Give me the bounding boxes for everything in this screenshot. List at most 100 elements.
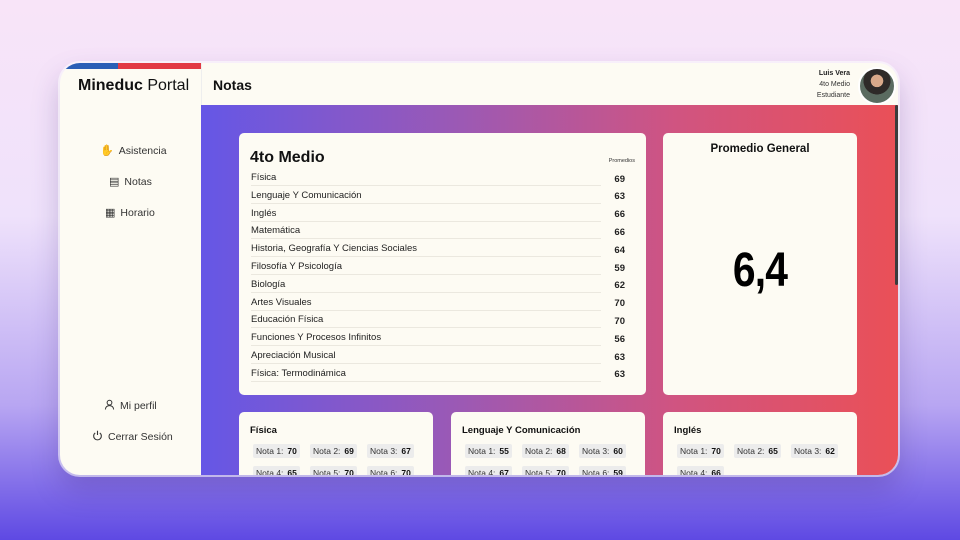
calendar-icon: ▦: [105, 206, 116, 219]
subject-title: Inglés: [674, 425, 702, 436]
grade-value: 68: [556, 446, 566, 456]
course-name: Filosofía Y Psicología: [251, 261, 601, 275]
grade-pill: Nota 2: 68: [522, 444, 569, 458]
sidebar-item-notas[interactable]: ▤ Notas: [109, 176, 152, 188]
grade-value: 67: [401, 446, 411, 456]
course-name: Inglés: [251, 208, 601, 222]
grade-label: Nota 3:: [370, 446, 398, 456]
sidebar-item-label: Asistencia: [118, 145, 167, 157]
sidebar-item-label: Notas: [124, 176, 152, 188]
grade-label: Nota 6:: [370, 468, 398, 475]
sidebar-item-asistencia[interactable]: ✋ Asistencia: [100, 145, 167, 157]
grade-label: Nota 2:: [525, 446, 553, 456]
flag-stripe-red: [118, 63, 201, 69]
course-row: Física 69: [251, 170, 625, 188]
grade-label: Nota 3:: [794, 446, 822, 456]
sidebar-item-cerrar-sesion[interactable]: Cerrar Sesión: [92, 430, 173, 444]
grade-value: 70: [401, 468, 411, 475]
course-name: Artes Visuales: [251, 297, 601, 311]
user-name: Luis Vera: [818, 70, 850, 77]
course-average: 59: [614, 262, 625, 274]
grade-label: Nota 5:: [525, 468, 553, 475]
grade-value: 60: [613, 446, 623, 456]
grade-pill: Nota 4: 67: [465, 466, 512, 475]
course-name: Matemática: [251, 225, 601, 240]
courses-card: 4to Medio Promedios Física 69 Lenguaje Y C…: [239, 133, 646, 395]
grade-label: Nota 1:: [256, 446, 284, 456]
course-name: Biología: [251, 279, 601, 293]
main-content: 4to Medio Promedios Física 69 Lenguaje Y C…: [201, 105, 898, 475]
avatar[interactable]: [858, 67, 896, 105]
sidebar-item-mi-perfil[interactable]: Mi perfil: [104, 399, 157, 413]
grade-value: 70: [344, 468, 354, 475]
course-name: Física: Termodinámica: [251, 368, 601, 382]
grade-value: 69: [344, 446, 354, 456]
grade-pill: Nota 4: 65: [253, 466, 300, 475]
grade-label: Nota 3:: [582, 446, 610, 456]
grade-label: Nota 2:: [313, 446, 341, 456]
averages-header: Promedios: [608, 158, 635, 164]
courses-title: 4to Medio: [250, 149, 325, 166]
course-average: 63: [614, 369, 625, 381]
grade-pill: Nota 2: 65: [734, 444, 781, 458]
grade-pill: Nota 1: 70: [677, 444, 724, 458]
user-grade: 4to Medio: [819, 81, 850, 88]
grade-value: 67: [499, 468, 509, 475]
grade-label: Nota 5:: [313, 468, 341, 475]
grade-value: 65: [768, 446, 778, 456]
course-row: Filosofía Y Psicología 59: [251, 259, 625, 277]
grade-pill: Nota 2: 69: [310, 444, 357, 458]
general-average-card: Promedio General 6,4: [663, 133, 857, 395]
subject-card-lenguaje: Lenguaje Y Comunicación Nota 1: 55 Nota 2:…: [451, 412, 645, 475]
general-average-title: Promedio General: [710, 143, 810, 155]
grade-pill: Nota 1: 55: [465, 444, 512, 458]
course-row: Apreciación Musical 63: [251, 348, 625, 366]
subject-title: Lenguaje Y Comunicación: [462, 425, 581, 436]
grade-pill: Nota 1: 70: [253, 444, 300, 458]
grade-value: 62: [825, 446, 835, 456]
course-row: Artes Visuales 70: [251, 295, 625, 313]
course-row: Matemática 66: [251, 223, 625, 241]
grade-value: 66: [711, 468, 721, 475]
grade-label: Nota 6:: [582, 468, 610, 475]
course-name: Apreciación Musical: [251, 350, 601, 364]
grade-value: 55: [499, 446, 509, 456]
grade-label: Nota 4:: [256, 468, 284, 475]
subject-title: Física: [250, 425, 277, 436]
grade-label: Nota 2:: [737, 446, 765, 456]
course-average: 62: [614, 280, 625, 292]
course-average: 69: [614, 173, 625, 185]
scrollbar[interactable]: [895, 105, 898, 285]
course-name: Historia, Geografía Y Ciencias Sociales: [251, 243, 601, 258]
app-window: Mineduc Portal ✋ Asistencia ▤ Notas ▦ Ho…: [60, 63, 898, 475]
subject-card-ingles: Inglés Nota 1: 70 Nota 2: 65 Nota 3: 62 Nota 4…: [663, 412, 857, 475]
grade-value: 65: [287, 468, 297, 475]
sidebar-item-horario[interactable]: ▦ Horario: [105, 207, 155, 219]
grade-label: Nota 4:: [680, 468, 708, 475]
course-average: 70: [614, 315, 625, 327]
course-average: 66: [614, 226, 625, 238]
grade-pill: Nota 4: 66: [677, 466, 724, 475]
grade-value: 70: [556, 468, 566, 475]
grade-value: 59: [613, 468, 623, 475]
grade-pill: Nota 3: 67: [367, 444, 414, 458]
general-average-value: 6,4: [732, 244, 788, 297]
course-row: Física: Termodinámica 63: [251, 366, 625, 384]
course-row: Biología 62: [251, 277, 625, 295]
course-row: Funciones Y Procesos Infinitos 56: [251, 330, 625, 348]
brand-logo[interactable]: Mineduc Portal: [78, 77, 189, 95]
page-title: Notas: [213, 77, 252, 93]
course-average: 70: [614, 298, 625, 310]
course-row: Historia, Geografía Y Ciencias Sociales 6…: [251, 241, 625, 259]
grade-value: 70: [287, 446, 297, 456]
course-row: Educación Física 70: [251, 312, 625, 330]
course-row: Lenguaje Y Comunicación 63: [251, 188, 625, 206]
flag-stripe-blue: [60, 63, 118, 69]
course-average: 64: [614, 244, 625, 256]
course-name: Física: [251, 172, 601, 186]
hand-raise-icon: ✋: [100, 144, 114, 157]
course-name: Lenguaje Y Comunicación: [251, 190, 601, 204]
grade-label: Nota 1:: [680, 446, 708, 456]
course-average: 63: [614, 351, 625, 363]
grade-pill: Nota 3: 62: [791, 444, 838, 458]
